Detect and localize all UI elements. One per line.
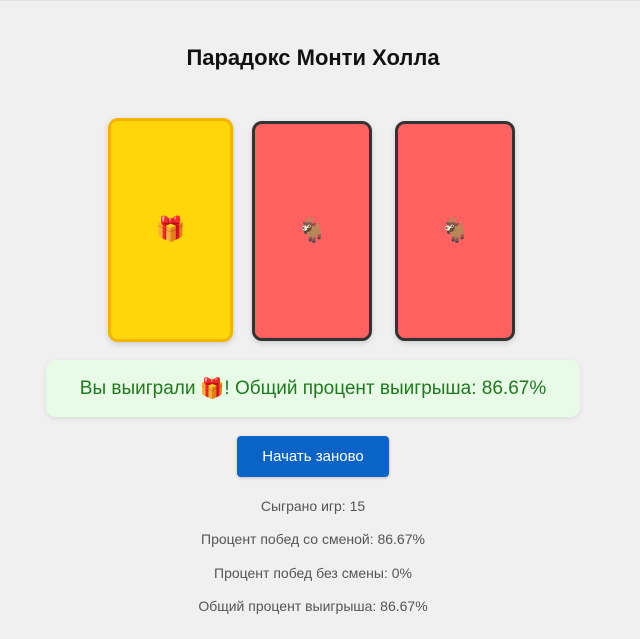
gift-icon: 🎁 xyxy=(199,377,225,400)
switch-win-rate-stat: Процент побед со сменой: 86.67% xyxy=(201,531,425,547)
doors-container: 🎁 🐐 🐐 xyxy=(108,118,520,342)
result-prefix: Вы выиграли xyxy=(79,377,196,399)
page-title: Парадокс Монти Холла xyxy=(186,45,440,70)
total-win-rate-stat: Общий процент выигрыша: 86.67% xyxy=(198,598,428,614)
app-window: Парадокс Монти Холла 🎁 🐐 🐐 Вы выиграли 🎁… xyxy=(0,0,640,639)
door-1[interactable]: 🎁 xyxy=(108,118,233,342)
result-message: Вы выиграли 🎁 ! Общий процент выигрыша: … xyxy=(46,360,580,417)
gift-icon: 🎁 xyxy=(155,216,186,243)
result-suffix: ! Общий процент выигрыша: 86.67% xyxy=(224,377,547,399)
games-played-stat: Сыграно игр: 15 xyxy=(260,498,366,514)
stay-win-rate-stat: Процент побед без смены: 0% xyxy=(214,565,412,581)
goat-icon: 🐐 xyxy=(440,217,470,244)
door-2[interactable]: 🐐 xyxy=(252,121,372,341)
restart-button[interactable]: Начать заново xyxy=(237,436,389,477)
door-3[interactable]: 🐐 xyxy=(395,121,515,341)
goat-icon: 🐐 xyxy=(297,217,327,244)
